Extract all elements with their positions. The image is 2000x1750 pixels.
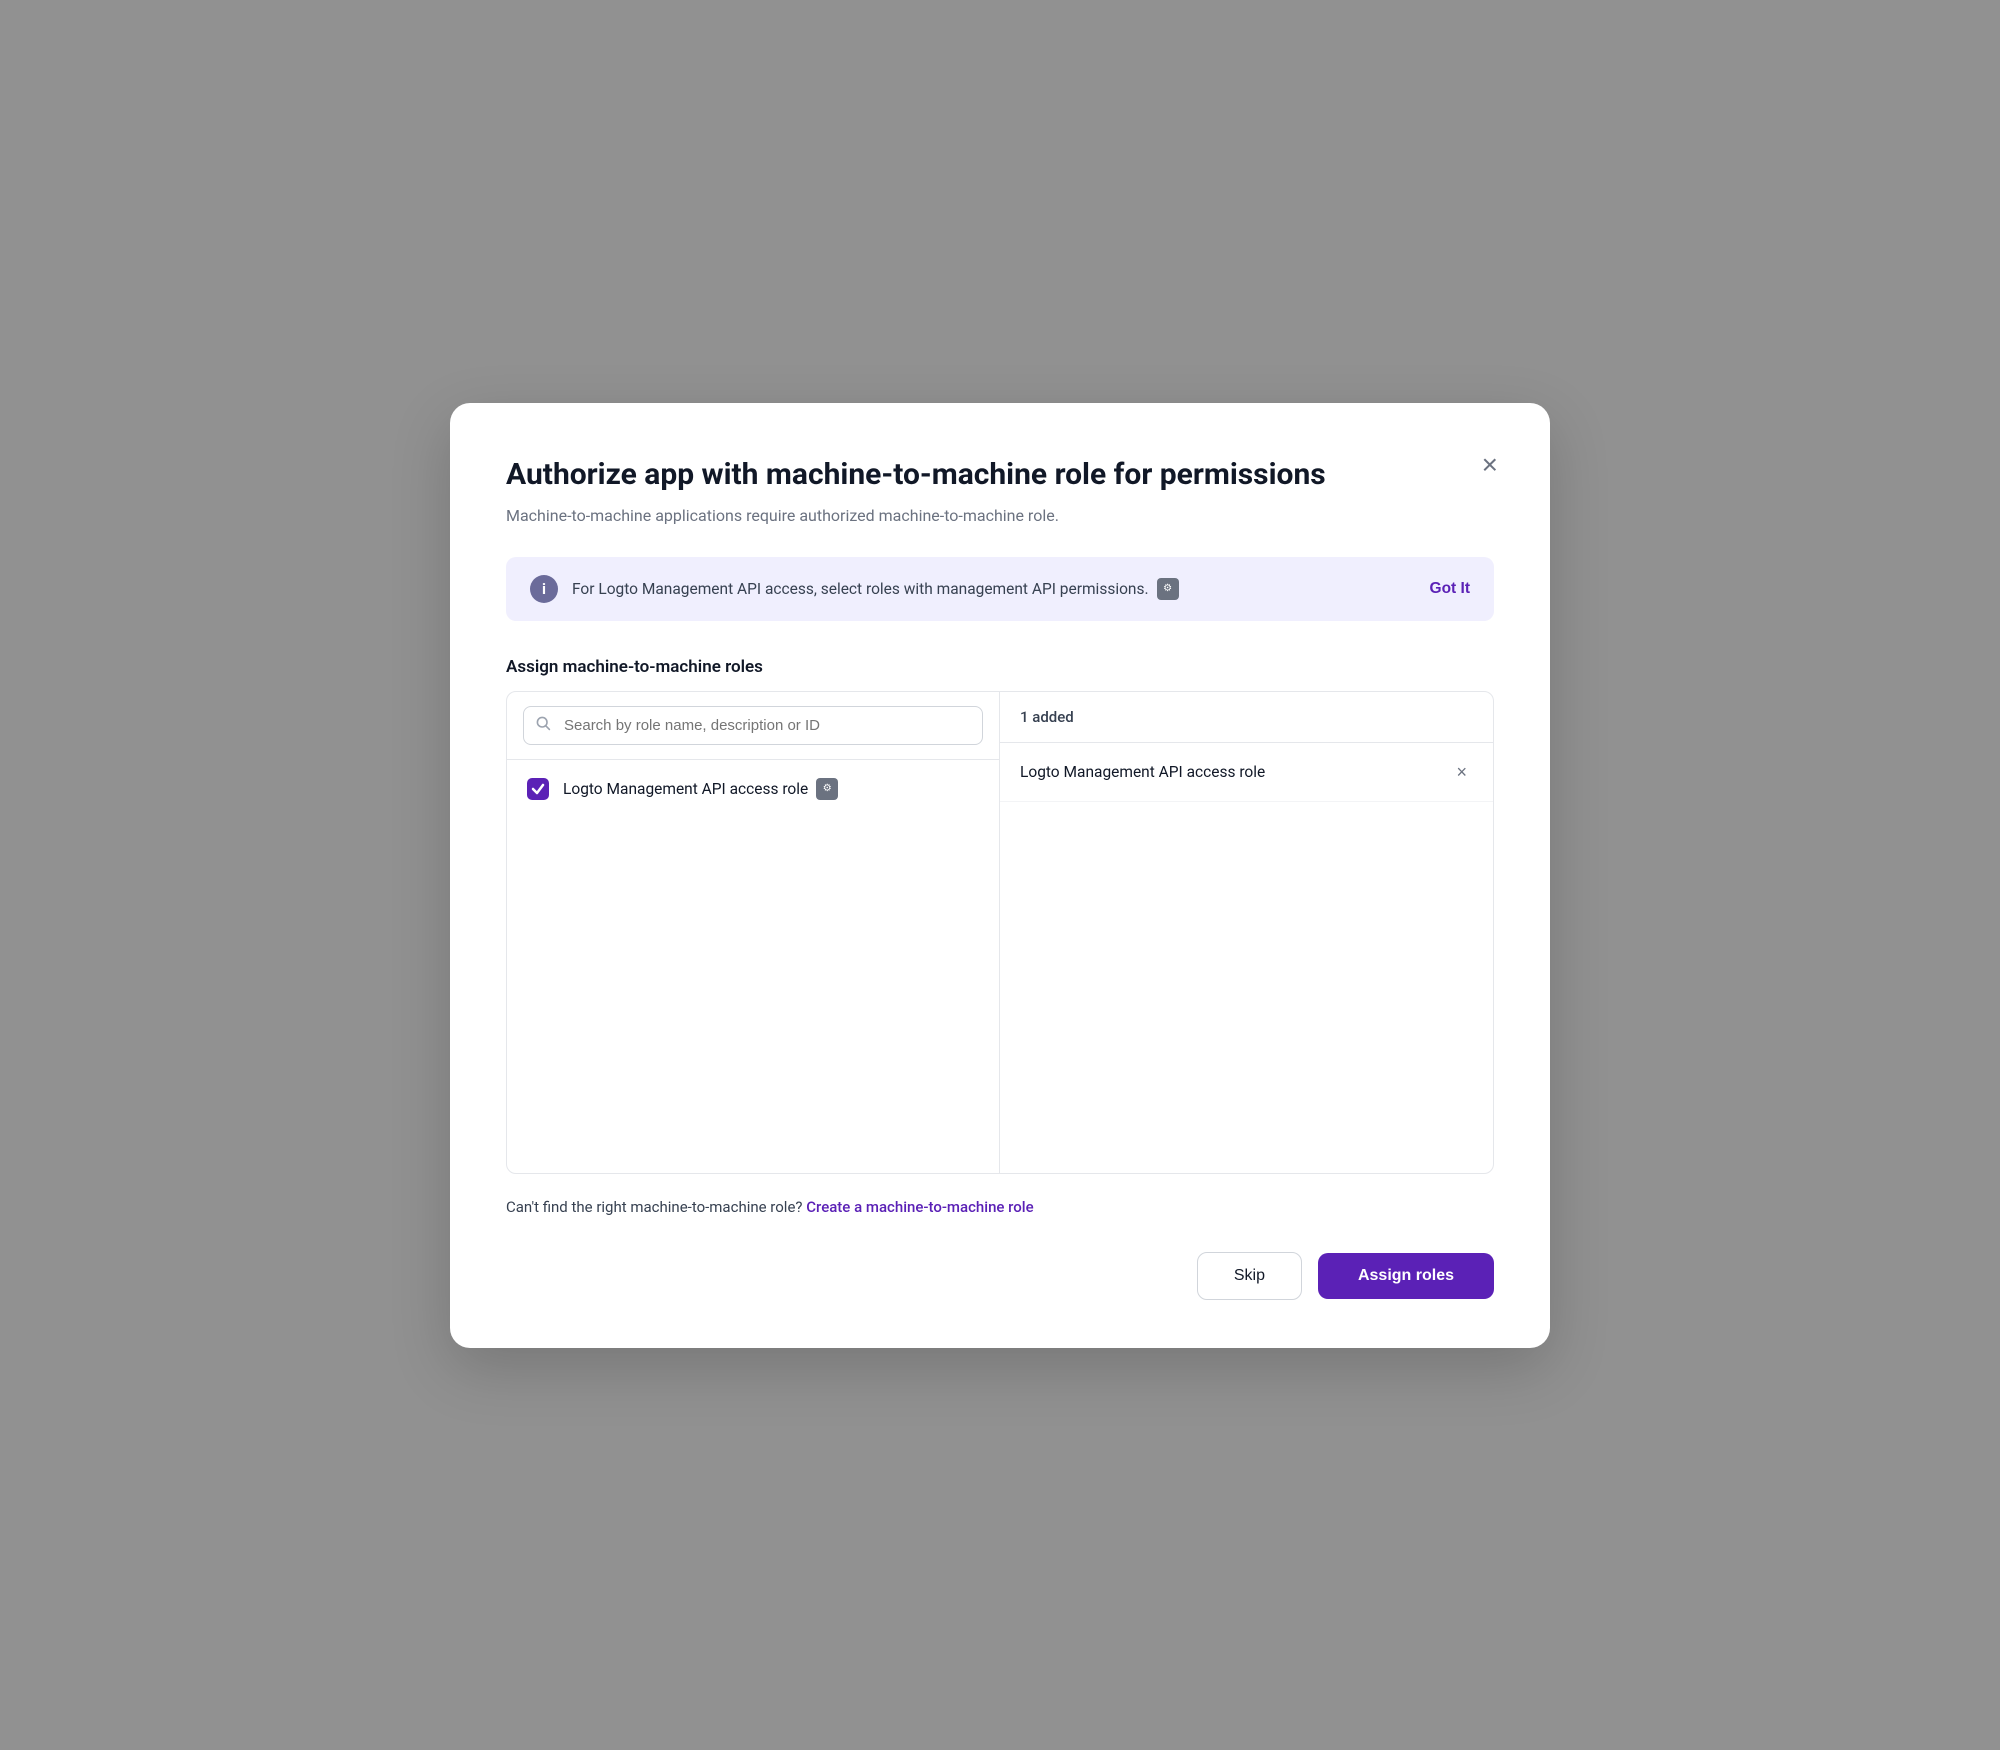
modal-subtitle: Machine-to-machine applications require … [506,506,1494,525]
table-right-column: 1 added Logto Management API access role… [1000,692,1493,1173]
list-item[interactable]: Logto Management API access role ⚙ [507,760,999,818]
roles-table: Logto Management API access role ⚙ 1 add… [506,691,1494,1174]
got-it-button[interactable]: Got It [1430,580,1470,598]
create-role-link[interactable]: Create a machine-to-machine role [806,1198,1033,1216]
right-role-list: Logto Management API access role × [1000,743,1493,1173]
info-banner-text: For Logto Management API access, select … [572,578,1416,600]
role-checkbox-checked[interactable] [527,778,549,800]
info-icon: i [530,575,558,603]
left-role-list: Logto Management API access role ⚙ [507,760,999,1160]
api-icon: ⚙ [1157,578,1179,600]
section-title: Assign machine-to-machine roles [506,657,1494,677]
info-banner-message: For Logto Management API access, select … [572,580,1149,598]
info-banner: i For Logto Management API access, selec… [506,557,1494,621]
search-box [507,692,999,760]
search-wrapper [523,706,983,745]
remove-role-button[interactable]: × [1450,761,1473,783]
role-label: Logto Management API access role [563,780,808,798]
modal-title: Authorize app with machine-to-machine ro… [506,455,1494,494]
search-icon [535,715,551,735]
skip-button[interactable]: Skip [1197,1252,1302,1300]
role-name-left: Logto Management API access role ⚙ [563,778,838,800]
footer-text: Can't find the right machine-to-machine … [506,1198,1494,1216]
table-left-column: Logto Management API access role ⚙ [507,692,1000,1173]
search-input[interactable] [523,706,983,745]
list-item: Logto Management API access role × [1000,743,1493,802]
assign-roles-button[interactable]: Assign roles [1318,1253,1494,1299]
modal-overlay: × Authorize app with machine-to-machine … [0,0,2000,1750]
role-api-tag: ⚙ [816,778,838,800]
modal-dialog: × Authorize app with machine-to-machine … [450,403,1550,1348]
added-role-name: Logto Management API access role [1020,763,1265,781]
added-count-header: 1 added [1000,692,1493,743]
action-buttons: Skip Assign roles [506,1252,1494,1300]
close-button[interactable]: × [1478,447,1502,483]
